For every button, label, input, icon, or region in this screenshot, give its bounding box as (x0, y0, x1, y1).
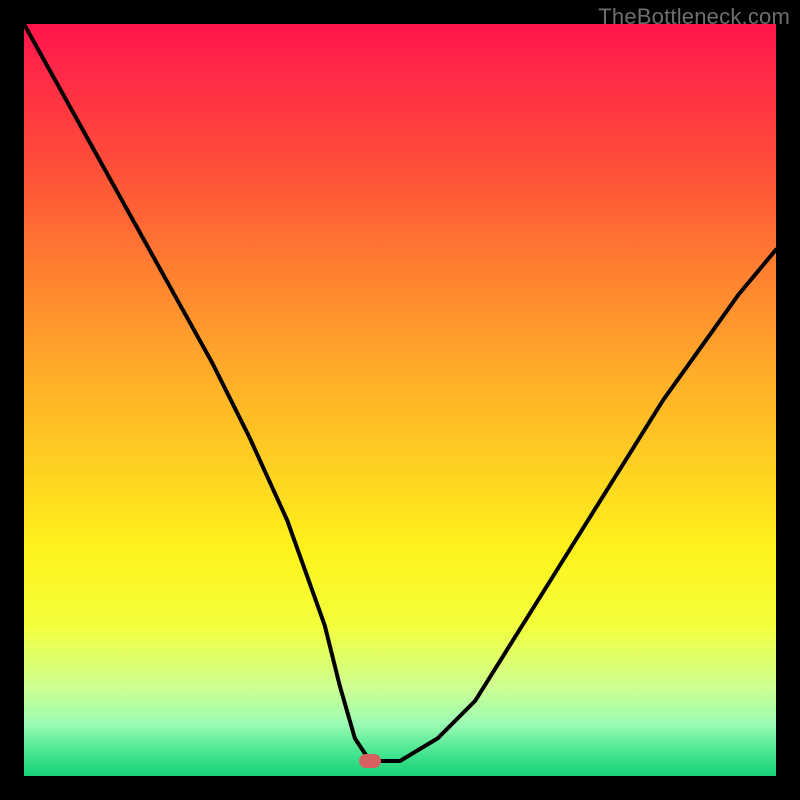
chart-frame: TheBottleneck.com (0, 0, 800, 800)
plot-area (24, 24, 776, 776)
optimal-point-marker (359, 754, 381, 768)
bottleneck-curve (24, 24, 776, 776)
